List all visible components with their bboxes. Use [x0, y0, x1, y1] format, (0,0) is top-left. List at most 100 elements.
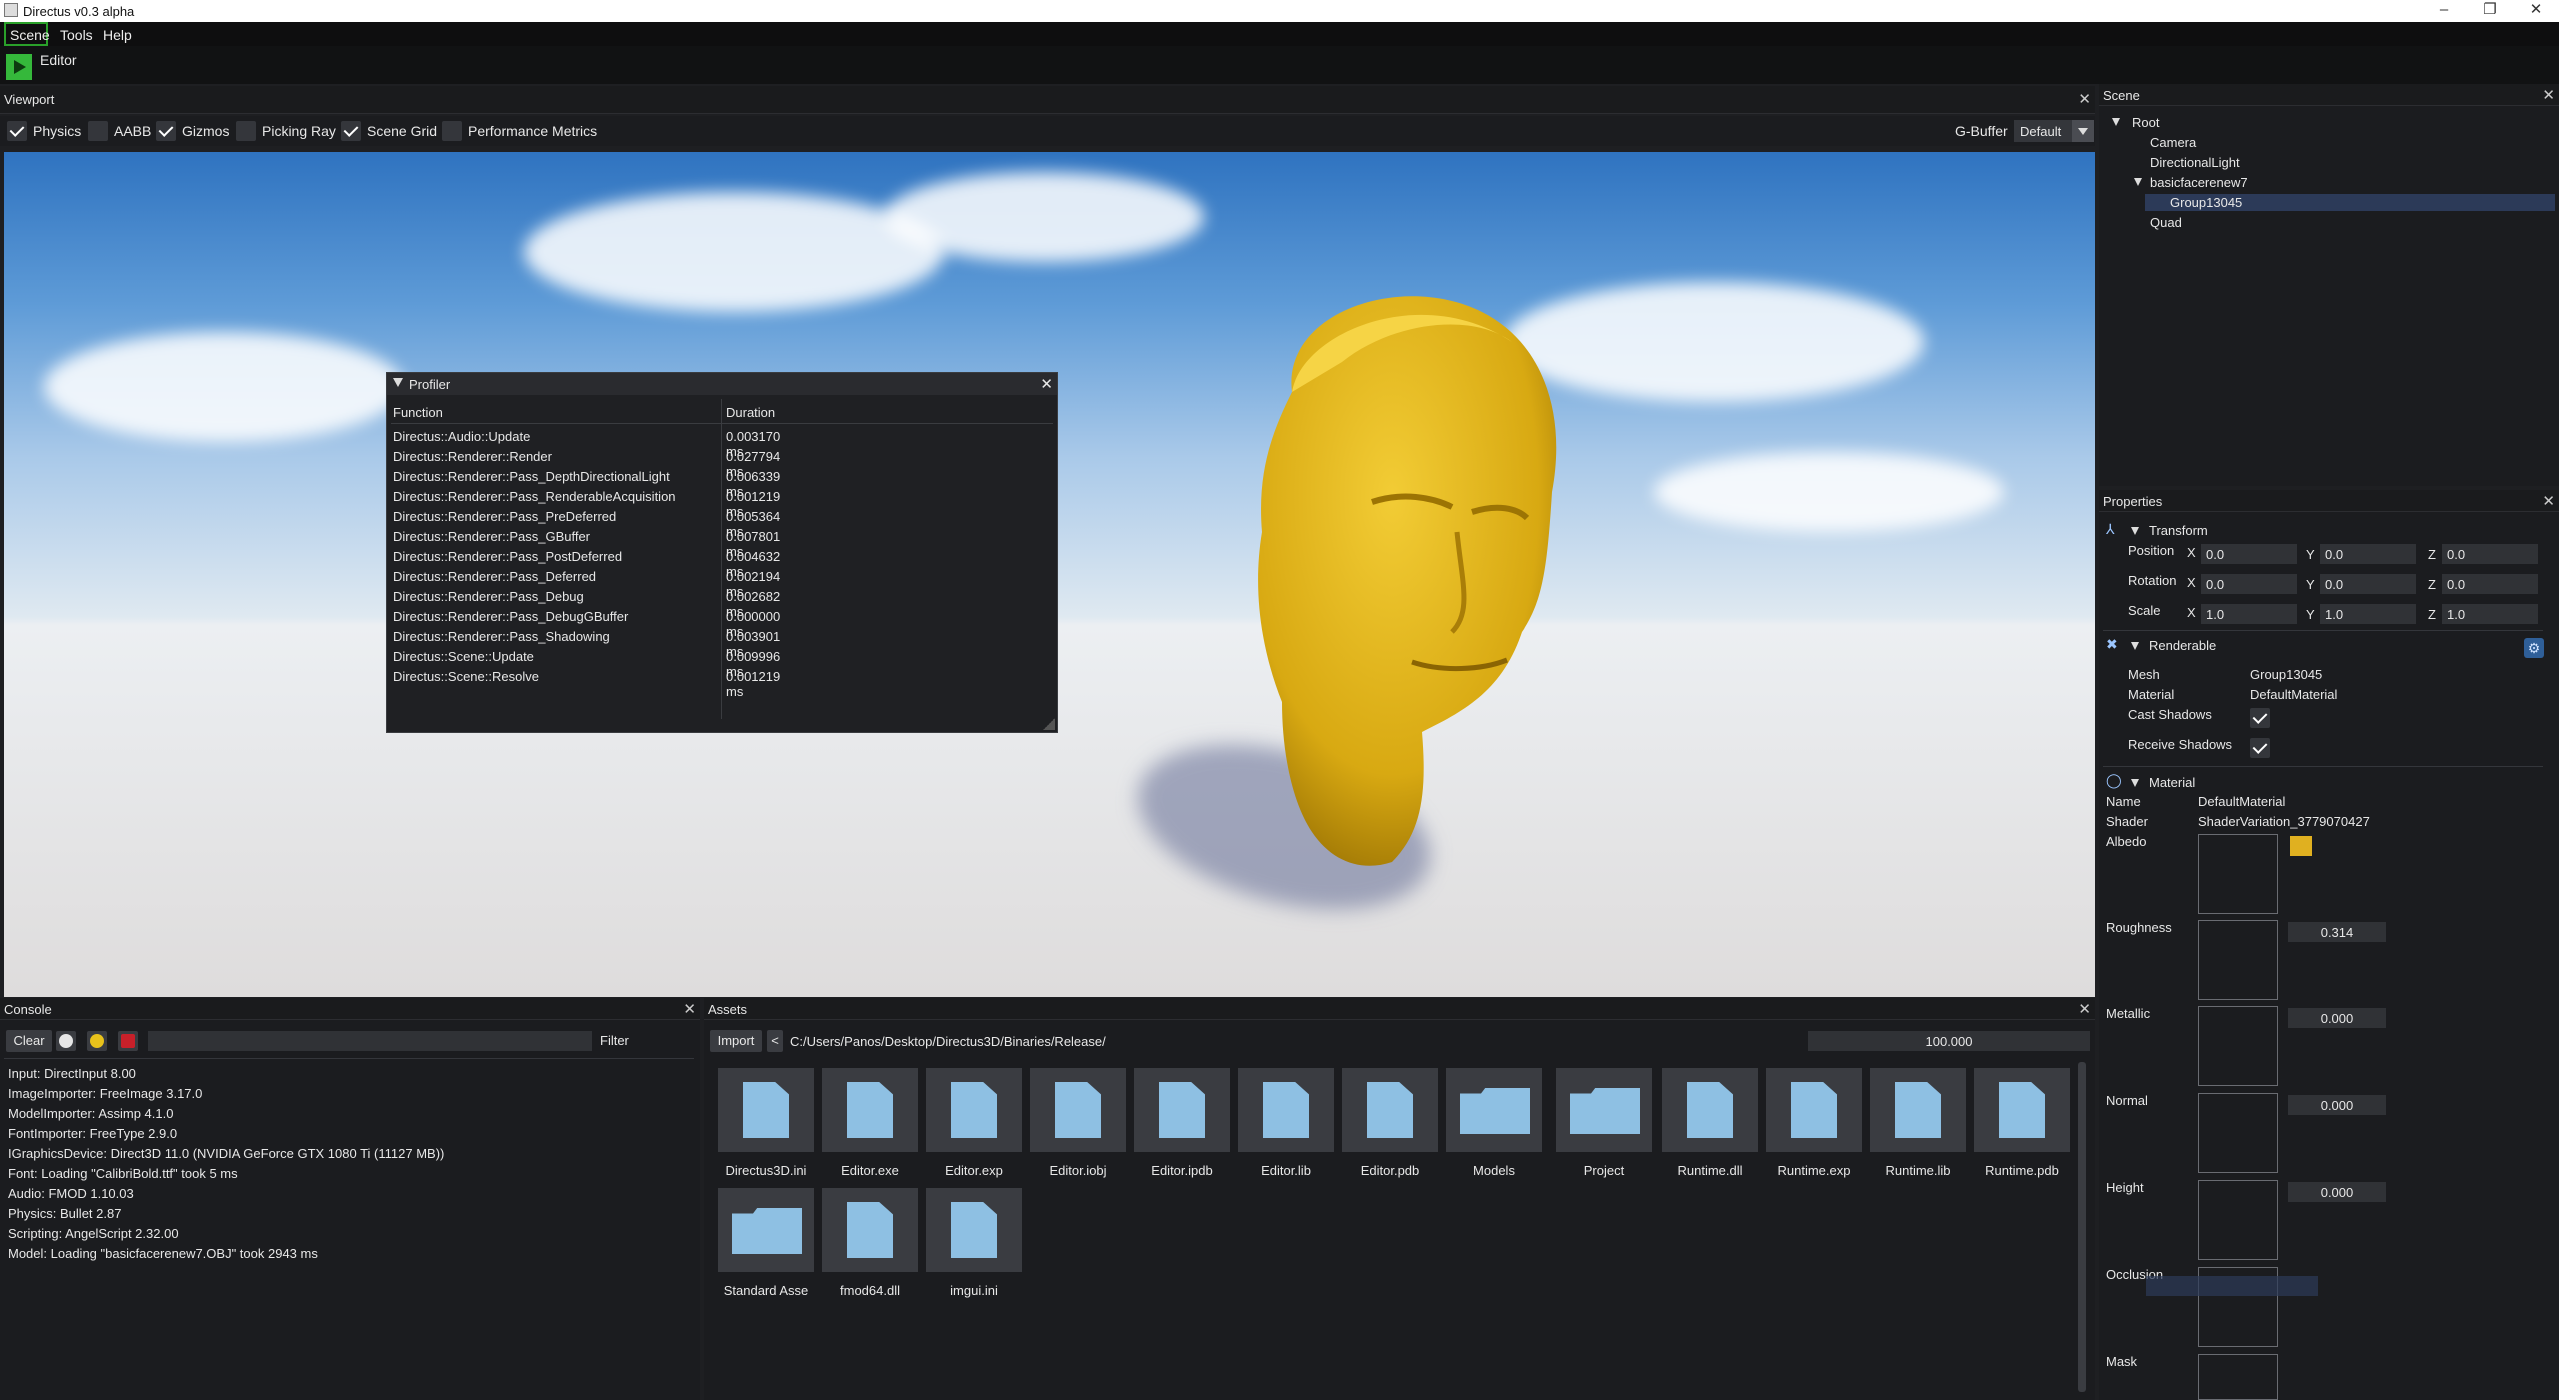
tree-item-camera[interactable]: Camera: [2150, 135, 2196, 150]
material-title: Material: [2149, 775, 2196, 790]
mask-texture-slot[interactable]: [2198, 1354, 2278, 1400]
asset-tile[interactable]: [822, 1188, 918, 1272]
resize-grip-icon[interactable]: [1043, 718, 1055, 730]
asset-tile[interactable]: [926, 1188, 1022, 1272]
assets-scrollbar[interactable]: [2078, 1062, 2086, 1392]
maximize-button[interactable]: ❐: [2467, 0, 2513, 22]
play-button[interactable]: [6, 54, 32, 80]
scene-close-icon[interactable]: ✕: [2542, 86, 2555, 104]
asset-tile[interactable]: [1870, 1068, 1966, 1152]
tree-item-directional-light[interactable]: DirectionalLight: [2150, 155, 2240, 170]
asset-tile[interactable]: [1134, 1068, 1230, 1152]
asset-tile[interactable]: [1662, 1068, 1758, 1152]
assets-close-icon[interactable]: ✕: [2078, 1000, 2091, 1018]
performance-metrics-checkbox[interactable]: [442, 121, 462, 141]
import-button[interactable]: Import: [710, 1030, 762, 1052]
x-axis-label: X: [2187, 575, 2196, 590]
log-line: Physics: Bullet 2.87: [8, 1206, 122, 1221]
log-line: FontImporter: FreeType 2.9.0: [8, 1126, 178, 1141]
asset-tile[interactable]: [1238, 1068, 1334, 1152]
app-icon: [4, 3, 18, 17]
asset-tile[interactable]: [718, 1188, 814, 1272]
y-axis-label: Y: [2306, 607, 2315, 622]
log-line: ModelImporter: Assimp 4.1.0: [8, 1106, 174, 1121]
picking-ray-checkbox[interactable]: [236, 121, 256, 141]
position-z-input[interactable]: 0.0: [2442, 544, 2538, 564]
asset-tile[interactable]: [1974, 1068, 2070, 1152]
receive-shadows-checkbox[interactable]: [2250, 738, 2270, 758]
height-texture-slot[interactable]: [2198, 1180, 2278, 1260]
height-input[interactable]: 0.000: [2288, 1182, 2386, 1202]
tree-item-group13045[interactable]: Group13045: [2170, 195, 2242, 210]
file-icon: [847, 1082, 893, 1138]
back-button[interactable]: <: [767, 1030, 783, 1052]
rotation-z-input[interactable]: 0.0: [2442, 574, 2538, 594]
main-toolbar: Editor: [0, 46, 2559, 84]
asset-name: Editor.pdb: [1360, 1163, 1420, 1178]
asset-tile[interactable]: [1342, 1068, 1438, 1152]
profiler-titlebar[interactable]: Profiler ✕: [387, 373, 1057, 395]
error-filter-button[interactable]: [118, 1031, 138, 1051]
asset-tile[interactable]: [822, 1068, 918, 1152]
albedo-texture-slot[interactable]: [2198, 834, 2278, 914]
roughness-input[interactable]: 0.314: [2288, 922, 2386, 942]
asset-name: Runtime.dll: [1677, 1163, 1743, 1178]
position-x-input[interactable]: 0.0: [2201, 544, 2297, 564]
collapse-icon[interactable]: [2131, 527, 2139, 535]
menu-help[interactable]: Help: [103, 27, 132, 43]
close-button[interactable]: ✕: [2513, 0, 2559, 22]
metallic-input[interactable]: 0.000: [2288, 1008, 2386, 1028]
assets-title: Assets: [708, 1002, 748, 1017]
menu-scene[interactable]: Scene: [10, 27, 50, 43]
warning-filter-button[interactable]: [87, 1031, 107, 1051]
thumbnail-size-slider[interactable]: 100.000: [1808, 1031, 2090, 1051]
gbuffer-select[interactable]: Default: [2014, 120, 2094, 142]
asset-tile[interactable]: [1446, 1068, 1542, 1152]
menu-bar: Scene Tools Help: [0, 22, 2559, 46]
asset-tile[interactable]: [718, 1068, 814, 1152]
rotation-x-input[interactable]: 0.0: [2201, 574, 2297, 594]
profiler-close-icon[interactable]: ✕: [1040, 375, 1053, 393]
head-model[interactable]: [1222, 272, 1582, 872]
console-filter-input[interactable]: [148, 1031, 592, 1051]
physics-checkbox[interactable]: [7, 121, 27, 141]
info-filter-button[interactable]: [56, 1031, 76, 1051]
tree-item-quad[interactable]: Quad: [2150, 215, 2182, 230]
asset-tile[interactable]: [1766, 1068, 1862, 1152]
console-close-icon[interactable]: ✕: [683, 1000, 696, 1018]
properties-close-icon[interactable]: ✕: [2542, 492, 2555, 510]
gear-icon[interactable]: ⚙: [2524, 638, 2544, 658]
scale-z-input[interactable]: 1.0: [2442, 604, 2538, 624]
rotation-y-input[interactable]: 0.0: [2320, 574, 2416, 594]
tree-item-root[interactable]: Root: [2132, 115, 2159, 130]
aabb-checkbox[interactable]: [88, 121, 108, 141]
asset-tile[interactable]: [1030, 1068, 1126, 1152]
minimize-button[interactable]: –: [2421, 0, 2467, 22]
gizmos-checkbox[interactable]: [156, 121, 176, 141]
scale-x-input[interactable]: 1.0: [2201, 604, 2297, 624]
mesh-value: Group13045: [2250, 667, 2323, 682]
scene-grid-checkbox[interactable]: [341, 121, 361, 141]
normal-texture-slot[interactable]: [2198, 1093, 2278, 1173]
z-axis-label: Z: [2428, 547, 2436, 562]
tree-item-basicfacerenew7[interactable]: basicfacerenew7: [2150, 175, 2248, 190]
expand-icon[interactable]: [2134, 178, 2142, 186]
chevron-down-icon[interactable]: [2072, 120, 2094, 142]
viewport-close-icon[interactable]: ✕: [2078, 90, 2091, 108]
roughness-texture-slot[interactable]: [2198, 920, 2278, 1000]
cast-shadows-checkbox[interactable]: [2250, 708, 2270, 728]
asset-tile[interactable]: [926, 1068, 1022, 1152]
expand-icon[interactable]: [2112, 118, 2120, 126]
clear-button[interactable]: Clear: [6, 1030, 52, 1052]
collapse-icon[interactable]: [2131, 642, 2139, 650]
scale-y-input[interactable]: 1.0: [2320, 604, 2416, 624]
collapse-icon[interactable]: [2131, 779, 2139, 787]
metallic-texture-slot[interactable]: [2198, 1006, 2278, 1086]
normal-input[interactable]: 0.000: [2288, 1095, 2386, 1115]
albedo-color-swatch[interactable]: [2290, 836, 2312, 856]
asset-tile[interactable]: [1556, 1068, 1652, 1152]
menu-tools[interactable]: Tools: [60, 27, 93, 43]
profiler-window[interactable]: Profiler ✕ Function Duration Directus::A…: [386, 372, 1058, 733]
collapse-icon[interactable]: [393, 378, 403, 387]
position-y-input[interactable]: 0.0: [2320, 544, 2416, 564]
